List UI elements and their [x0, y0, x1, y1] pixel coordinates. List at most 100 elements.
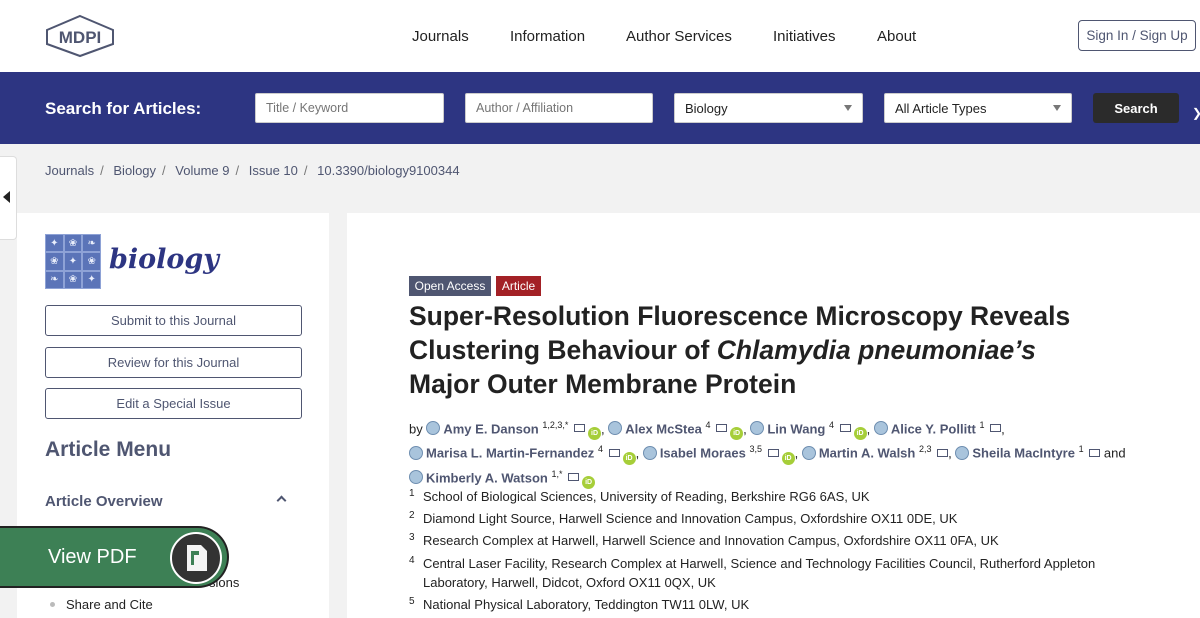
article-type-value: All Article Types	[895, 101, 987, 116]
author-avatar-icon	[426, 421, 441, 436]
affiliation-text: Diamond Light Source, Harwell Science an…	[423, 511, 958, 526]
author-name[interactable]: Alice Y. Pollitt	[891, 421, 976, 436]
author-name[interactable]: Martin A. Walsh	[819, 446, 916, 461]
by-label: by	[409, 421, 423, 437]
search-bar: Search for Articles: Biology All Article…	[0, 72, 1200, 144]
envelope-icon[interactable]	[574, 424, 585, 433]
nav-author-services[interactable]: Author Services	[626, 28, 732, 45]
title-keyword-input[interactable]	[255, 93, 444, 123]
author-name[interactable]: Alex McStea	[625, 421, 702, 436]
author-affiliation-sup: 4	[597, 444, 603, 455]
article-menu-title: Article Menu	[45, 438, 172, 461]
envelope-icon[interactable]	[608, 448, 620, 457]
envelope-icon[interactable]	[1089, 448, 1101, 457]
author-avatar-icon	[642, 445, 657, 460]
envelope-icon[interactable]	[990, 424, 1002, 433]
submit-to-journal-button[interactable]: Submit to this Journal	[45, 305, 302, 336]
breadcrumb-journals[interactable]: Journals	[45, 163, 94, 178]
article-overview-toggle[interactable]: Article Overview	[45, 493, 163, 510]
author-affiliation-input[interactable]	[465, 93, 653, 123]
author-list: by Amy E. Danson 1,2,3,* iD, Alex McStea…	[409, 416, 1149, 489]
sign-in-button[interactable]: Sign In / Sign Up	[1078, 20, 1196, 51]
nav-initiatives[interactable]: Initiatives	[773, 28, 836, 45]
affiliation-text: School of Biological Sciences, Universit…	[423, 489, 870, 504]
affiliation-text: Research Complex at Harwell, Harwell Sci…	[423, 533, 999, 548]
search-label: Search for Articles:	[45, 99, 202, 118]
top-header: MDPI Journals Information Author Service…	[0, 0, 1200, 72]
author-affiliation-sup: 4	[705, 420, 711, 430]
title-species: Chlamydia pneumoniae’s	[716, 335, 1036, 365]
journal-name[interactable]: biology	[109, 244, 219, 275]
envelope-icon[interactable]	[839, 424, 851, 433]
chevron-down-icon	[1053, 105, 1061, 111]
breadcrumb-volume[interactable]: Volume 9	[175, 163, 229, 178]
article-panel: Open Access Article Super-Resolution Flu…	[347, 213, 1200, 618]
logo-text: MDPI	[59, 28, 102, 47]
author-affiliation-sup: 2,3	[918, 444, 932, 455]
author-name[interactable]: Isabel Moraes	[660, 446, 746, 461]
chevron-up-icon[interactable]	[276, 495, 287, 506]
author-affiliation-sup: 1	[1078, 444, 1084, 455]
author-avatar-icon	[409, 469, 423, 484]
orcid-icon[interactable]: iD	[622, 451, 636, 465]
author-avatar-icon	[873, 421, 888, 436]
collapse-sidebar-tab[interactable]	[0, 156, 17, 240]
affiliation-number: 3	[409, 532, 415, 543]
orcid-icon[interactable]: iD	[730, 427, 744, 441]
mdpi-logo[interactable]: MDPI	[45, 14, 115, 58]
article-title: Super-Resolution Fluorescence Microscopy…	[409, 299, 1169, 401]
search-button[interactable]: Search	[1093, 93, 1179, 123]
article-type-select[interactable]: All Article Types	[884, 93, 1072, 123]
author-affiliation-sup: 4	[828, 420, 834, 430]
chevron-down-icon	[844, 105, 852, 111]
article-type-badge: Article	[496, 276, 541, 296]
envelope-icon[interactable]	[767, 448, 779, 457]
author-avatar-icon	[801, 445, 816, 460]
menu-item-share-cite[interactable]: Share and Cite	[66, 597, 153, 612]
author-avatar-icon	[955, 445, 970, 460]
envelope-icon[interactable]	[568, 472, 580, 481]
title-line-1: Super-Resolution Fluorescence Microscopy…	[409, 301, 1071, 331]
chevron-right-icon[interactable]: ❯	[1192, 106, 1200, 120]
journal-logo-icon[interactable]: ✦ ❀ ❧ ❀ ✦ ❀ ❧ ❀ ✦	[45, 234, 101, 289]
and-label: and	[1103, 445, 1126, 461]
affiliation-number: 2	[409, 510, 415, 521]
author-affiliation-sup: 1	[979, 420, 985, 430]
caret-left-icon	[3, 191, 10, 203]
affiliation-text: Central Laser Facility, Research Complex…	[423, 556, 1096, 590]
nav-about[interactable]: About	[877, 28, 916, 45]
author-name[interactable]: Amy E. Danson	[443, 421, 538, 436]
author-affiliation-sup: 3,5	[749, 444, 762, 455]
review-for-journal-button[interactable]: Review for this Journal	[45, 347, 302, 378]
affiliation-number: 5	[409, 596, 415, 607]
envelope-icon[interactable]	[937, 448, 949, 457]
author-name[interactable]: Sheila MacIntyre	[972, 446, 1075, 461]
breadcrumb: Journals / Biology / Volume 9/ Issue 10/ 1…	[45, 163, 460, 178]
nav-journals[interactable]: Journals	[412, 28, 469, 45]
orcid-icon[interactable]: iD	[853, 427, 867, 441]
author-avatar-icon	[750, 421, 765, 436]
view-pdf-button[interactable]: View PDF	[0, 526, 229, 588]
author-affiliation-sup: 1,*	[551, 468, 563, 479]
open-access-badge: Open Access	[409, 276, 491, 296]
author-name[interactable]: Kimberly A. Watson	[426, 470, 548, 485]
view-pdf-label: View PDF	[48, 546, 137, 568]
title-line-3: Major Outer Membrane Protein	[409, 369, 797, 399]
bullet-icon	[50, 602, 55, 607]
breadcrumb-doi[interactable]: 10.3390/biology9100344	[317, 163, 459, 178]
author-name[interactable]: Marisa L. Martin-Fernandez	[426, 446, 594, 461]
nav-information[interactable]: Information	[510, 28, 585, 45]
affiliation-text: National Physical Laboratory, Teddington…	[423, 597, 750, 612]
breadcrumb-issue[interactable]: Issue 10	[249, 163, 298, 178]
affiliation-number: 1	[409, 488, 415, 499]
author-affiliation-sup: 1,2,3,*	[542, 420, 569, 430]
breadcrumb-biology[interactable]: Biology	[113, 163, 156, 178]
journal-select-value: Biology	[685, 101, 728, 116]
envelope-icon[interactable]	[716, 424, 728, 433]
orcid-icon[interactable]: iD	[588, 427, 601, 441]
title-line-2: Clustering Behaviour of	[409, 335, 717, 365]
edit-special-issue-button[interactable]: Edit a Special Issue	[45, 388, 302, 419]
journal-select[interactable]: Biology	[674, 93, 863, 123]
author-name[interactable]: Lin Wang	[767, 421, 825, 436]
orcid-icon[interactable]: iD	[781, 451, 795, 465]
